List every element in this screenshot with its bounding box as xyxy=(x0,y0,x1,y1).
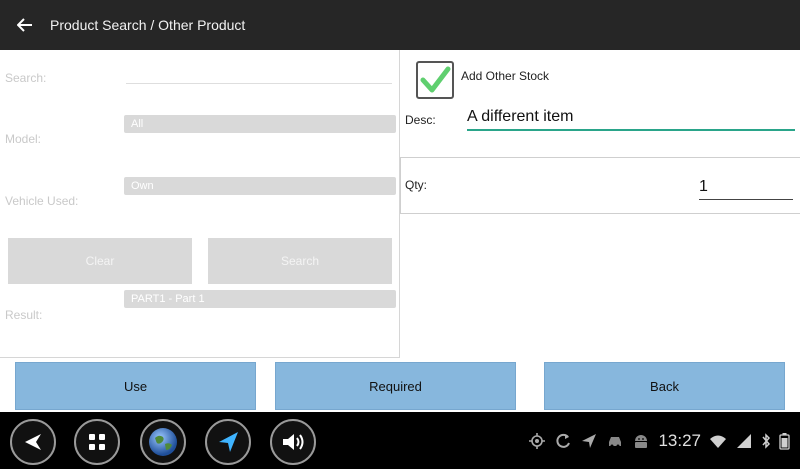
qty-input[interactable]: 1 xyxy=(699,178,708,196)
nav-globe-button[interactable] xyxy=(140,419,186,465)
signal-icon xyxy=(737,434,751,448)
volume-icon xyxy=(283,434,304,450)
nav-back-button[interactable] xyxy=(10,419,56,465)
add-other-stock-label: Add Other Stock xyxy=(461,69,550,83)
search-label: Search: xyxy=(5,71,47,85)
battery-icon xyxy=(779,433,790,450)
app-bar: Product Search / Other Product xyxy=(0,0,800,50)
desc-label: Desc: xyxy=(405,113,436,127)
result-dropdown[interactable]: PART1 - Part 1 xyxy=(124,290,396,308)
vehicle-label: Vehicle Used: xyxy=(5,194,79,208)
arrow-left-icon xyxy=(17,18,32,32)
qty-label: Qty: xyxy=(405,178,428,192)
desc-input[interactable]: A different item xyxy=(467,108,795,130)
nav-navigation-button[interactable] xyxy=(205,419,251,465)
nav-volume-button[interactable] xyxy=(270,419,316,465)
status-clock: 13:27 xyxy=(658,431,701,450)
search-input-underline xyxy=(126,83,392,84)
qty-panel xyxy=(400,158,800,214)
page-title: Product Search / Other Product xyxy=(50,17,246,33)
vehicle-dropdown[interactable]: Own xyxy=(124,177,396,195)
search-input[interactable] xyxy=(126,66,392,84)
back-arrow-button[interactable] xyxy=(0,0,50,50)
result-label: Result: xyxy=(5,308,43,322)
add-other-stock-checkbox[interactable] xyxy=(416,61,454,99)
status-area: 13:27 xyxy=(528,428,790,454)
bluetooth-icon xyxy=(762,433,771,449)
back-button[interactable]: Back xyxy=(544,362,785,410)
android-icon xyxy=(635,435,648,448)
nav-home-button[interactable] xyxy=(74,419,120,465)
model-label: Model: xyxy=(5,132,42,146)
clear-button[interactable]: Clear xyxy=(8,238,192,284)
checkmark-icon xyxy=(420,66,451,93)
car-icon xyxy=(609,437,622,448)
navigation-arrow-icon xyxy=(219,432,238,452)
search-button[interactable]: Search xyxy=(208,238,392,284)
desc-input-underline xyxy=(467,129,795,131)
wifi-icon xyxy=(710,435,726,448)
home-grid-icon xyxy=(89,434,105,450)
gps-arrow-icon xyxy=(582,434,597,448)
use-button[interactable]: Use xyxy=(15,362,256,410)
back-triangle-icon xyxy=(25,434,41,450)
other-stock-panel xyxy=(400,50,800,158)
required-button[interactable]: Required xyxy=(275,362,516,410)
model-dropdown[interactable]: All xyxy=(124,115,396,133)
qty-input-underline xyxy=(699,199,793,200)
sync-icon xyxy=(556,433,571,448)
globe-icon xyxy=(149,428,177,456)
location-icon xyxy=(529,433,546,449)
